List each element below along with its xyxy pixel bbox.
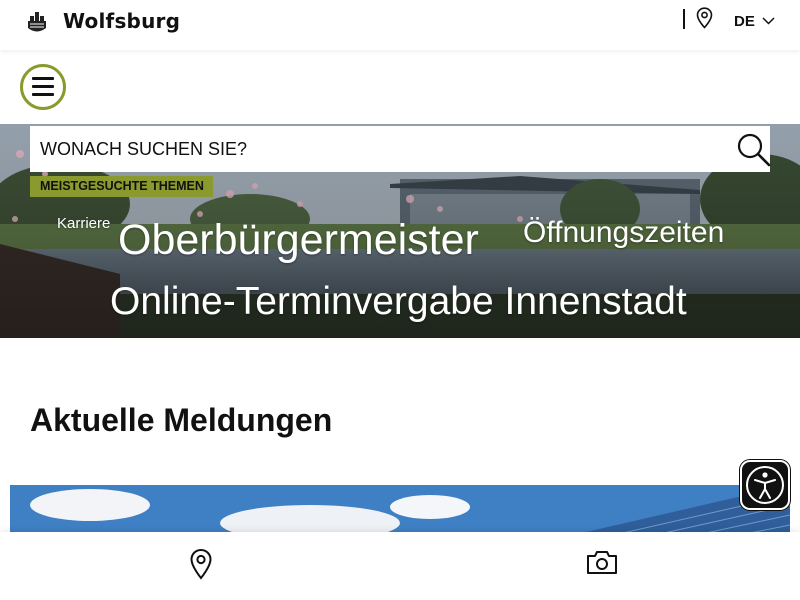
search-icon[interactable] [735, 131, 771, 167]
news-section-title: Aktuelle Meldungen [30, 402, 333, 438]
accessibility-person-icon [746, 466, 784, 504]
topic-link-karriere[interactable]: Karriere [57, 215, 110, 232]
header-divider [683, 9, 685, 29]
wolfsburg-castle-crest-icon[interactable] [26, 11, 48, 35]
topic-link-oeffnungszeiten[interactable]: Öffnungszeiten [523, 216, 724, 250]
language-selector[interactable]: DE [734, 13, 755, 30]
top-bar: Wolfsburg DE [0, 0, 800, 50]
top-topics-label: MEISTGESUCHTE THEMEN [30, 176, 213, 197]
hamburger-menu-icon[interactable] [20, 64, 66, 110]
topic-link-online-terminvergabe[interactable]: Online-Terminvergabe Innenstadt [110, 280, 687, 324]
brand-name[interactable]: Wolfsburg [63, 9, 180, 33]
search-input[interactable] [30, 126, 730, 172]
map-pin-icon[interactable] [189, 548, 213, 580]
bottom-bar [0, 532, 800, 600]
chevron-down-icon[interactable] [762, 16, 775, 26]
search-bar [30, 126, 770, 172]
camera-icon[interactable] [586, 549, 618, 575]
map-pin-icon[interactable] [696, 7, 713, 29]
navigation-bar [0, 50, 800, 124]
topic-link-oberbuergermeister[interactable]: Oberbürgermeister [118, 216, 479, 265]
accessibility-button[interactable] [740, 460, 790, 510]
